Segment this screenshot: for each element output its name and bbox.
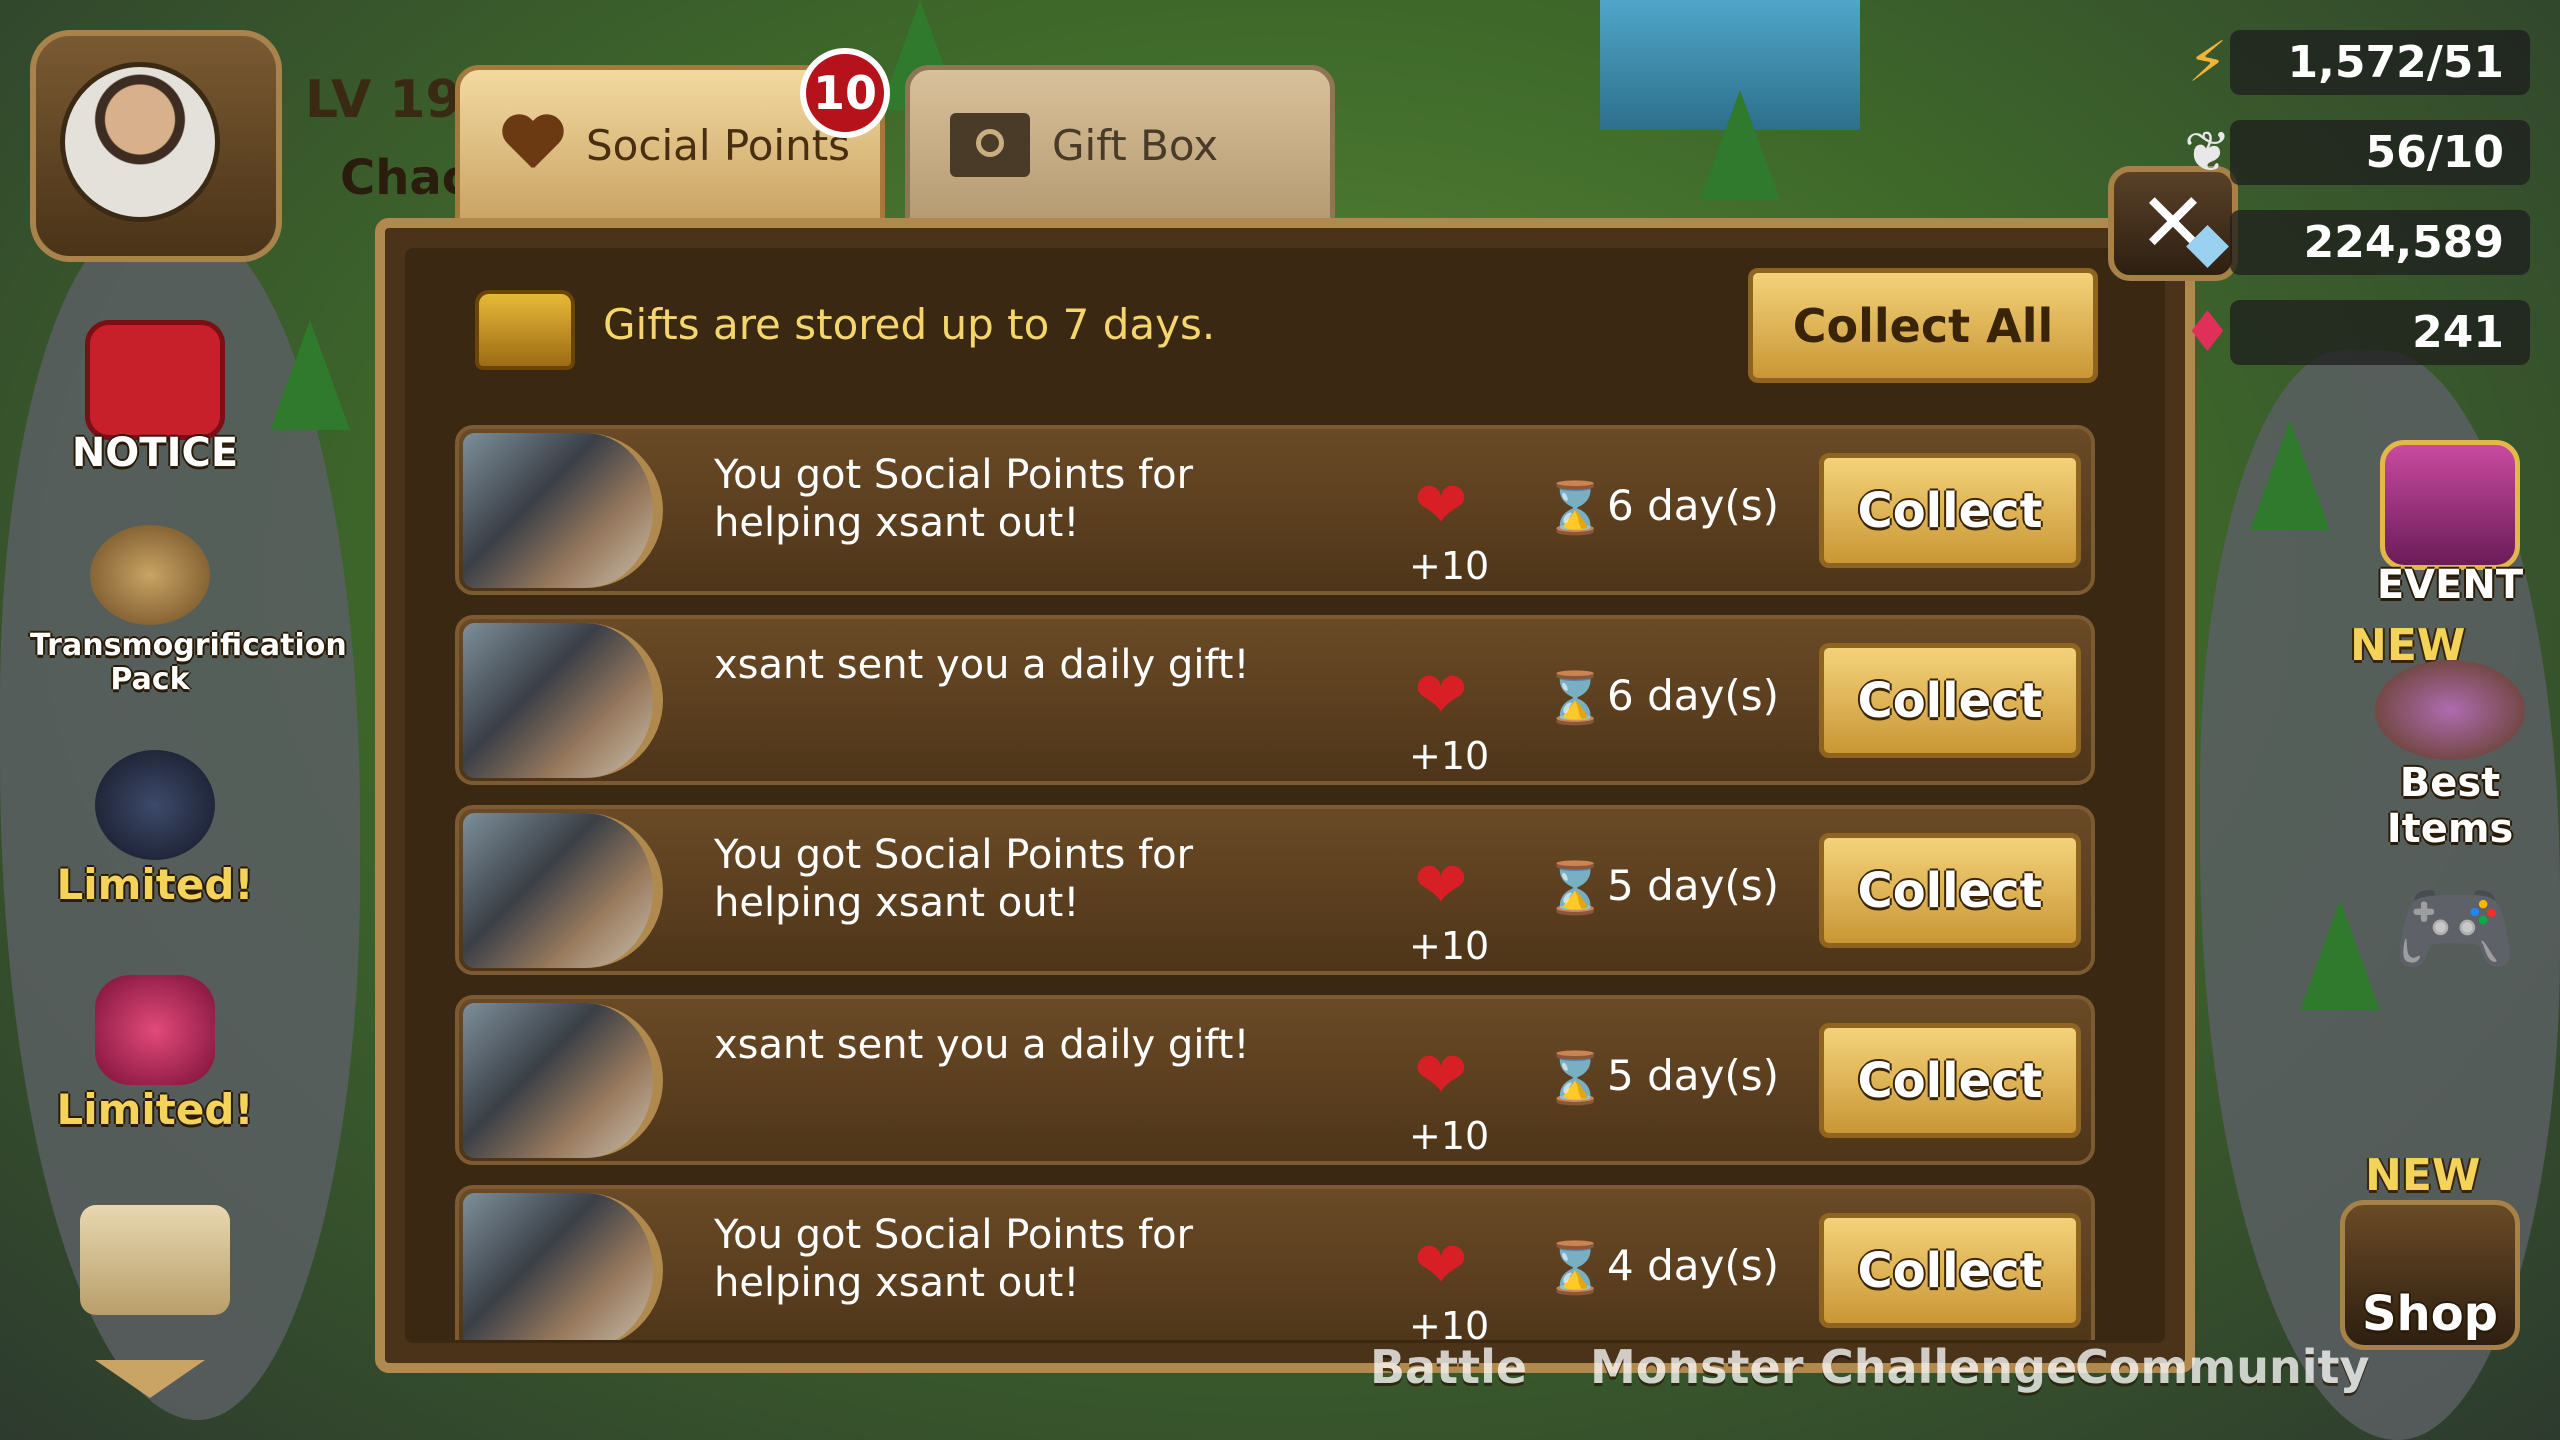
bottom-tab-monster[interactable]: Monster	[1590, 1340, 1803, 1394]
bottom-tab-challenge[interactable]: Challenge	[1820, 1340, 2077, 1394]
gift-points: +10	[1409, 1114, 1490, 1158]
social-points-count-badge: 10	[800, 48, 890, 138]
collect-all-button[interactable]: Collect All	[1748, 268, 2098, 383]
heart-icon: ❤	[1414, 1229, 1468, 1303]
friend-avatar	[463, 1193, 663, 1340]
gift-list[interactable]: You got Social Points for helping xsant …	[455, 425, 2095, 1340]
gamepad-icon: 🎮	[2392, 870, 2518, 987]
wing-icon: ❦	[2184, 120, 2231, 185]
gift-row: xsant sent you a daily gift! ❤ +10 ⌛ 5 d…	[455, 995, 2095, 1165]
transmogrification-icon	[90, 525, 210, 625]
quest-scroll-icon	[80, 1205, 230, 1315]
gift-message: You got Social Points for helping xsant …	[714, 1212, 1194, 1306]
gamepad-button[interactable]: 🎮	[2385, 870, 2525, 988]
best-items-button[interactable]: Best Items	[2340, 660, 2560, 852]
notice-icon	[85, 320, 225, 440]
hourglass-icon: ⌛	[1544, 479, 1607, 537]
gift-row: You got Social Points for helping xsant …	[455, 1185, 2095, 1340]
transmogrification-pack-button[interactable]: Transmogrification Pack	[30, 525, 347, 697]
gift-points: +10	[1409, 1304, 1490, 1340]
gift-points: +10	[1409, 924, 1490, 968]
friend-avatar	[463, 433, 663, 588]
gift-expiry: 5 day(s)	[1607, 1051, 1779, 1100]
gift-message: xsant sent you a daily gift!	[714, 1022, 1250, 1068]
hourglass-icon: ⌛	[1544, 859, 1607, 917]
gift-row: You got Social Points for helping xsant …	[455, 425, 2095, 595]
gift-expiry: 6 day(s)	[1607, 671, 1779, 720]
new-tag: NEW	[2365, 1150, 2481, 1201]
heart-icon: ❤	[1414, 659, 1468, 733]
limited-devilmon-button[interactable]: Limited!	[55, 750, 255, 909]
gift-points: +10	[1409, 544, 1490, 588]
treasure-bag-icon	[2375, 660, 2525, 760]
gift-row: You got Social Points for helping xsant …	[455, 805, 2095, 975]
crystal-icon: ♦	[2182, 300, 2233, 365]
heart-icon: ❤	[1414, 1039, 1468, 1113]
crystal-pack-icon	[95, 975, 215, 1085]
player-avatar[interactable]	[60, 62, 220, 222]
mana-icon: ◆	[2185, 210, 2230, 275]
shop-label: Shop	[2361, 1286, 2499, 1342]
hourglass-icon: ⌛	[1544, 669, 1607, 727]
heart-icon	[500, 116, 564, 174]
gift-expiry: 6 day(s)	[1607, 481, 1779, 530]
gift-expiry: 5 day(s)	[1607, 861, 1779, 910]
heart-icon: ❤	[1414, 469, 1468, 543]
gift-message: You got Social Points for helping xsant …	[714, 452, 1194, 546]
player-level: LV 19	[305, 70, 462, 130]
notice-label: NOTICE	[71, 430, 239, 476]
bottom-tab-battle[interactable]: Battle	[1370, 1340, 1527, 1394]
quest-button[interactable]	[60, 1205, 250, 1315]
tree	[270, 320, 350, 430]
crystal-counter[interactable]: 241	[2230, 300, 2530, 365]
friend-avatar	[463, 813, 663, 968]
gift-message: You got Social Points for helping xsant …	[714, 832, 1194, 926]
gift-row: xsant sent you a daily gift! ❤ +10 ⌛ 6 d…	[455, 615, 2095, 785]
event-label: EVENT	[2376, 562, 2524, 608]
devilmon-icon	[95, 750, 215, 860]
shop-button[interactable]: Shop	[2330, 1200, 2530, 1350]
hourglass-icon: ⌛	[1544, 1049, 1607, 1107]
limited-label: Limited!	[56, 860, 254, 909]
chevron-down-icon[interactable]	[95, 1360, 205, 1398]
tab-label: Gift Box	[1052, 120, 1219, 170]
mana-counter[interactable]: 224,589	[2230, 210, 2530, 275]
gift-event-icon	[2380, 440, 2520, 570]
bottom-tab-community[interactable]: Community	[2075, 1340, 2369, 1394]
limited-label: Limited!	[56, 1085, 254, 1134]
gift-points: +10	[1409, 734, 1490, 778]
friend-avatar	[463, 623, 663, 778]
event-button[interactable]: EVENT	[2360, 440, 2540, 608]
collect-button[interactable]: Collect	[1819, 453, 2081, 568]
gift-expiry: 4 day(s)	[1607, 1241, 1779, 1290]
tree	[2300, 900, 2380, 1010]
collect-button[interactable]: Collect	[1819, 833, 2081, 948]
treasure-chest-icon	[475, 290, 575, 370]
hourglass-icon: ⌛	[1544, 1239, 1607, 1297]
best-items-label: Best Items	[2386, 760, 2514, 852]
collect-button[interactable]: Collect	[1819, 1213, 2081, 1328]
tab-gift-box[interactable]: Gift Box	[905, 65, 1335, 225]
transmogrification-label: Transmogrification Pack	[30, 628, 347, 697]
heart-icon: ❤	[1414, 849, 1468, 923]
notice-button[interactable]: NOTICE	[55, 320, 255, 476]
friend-avatar	[463, 1003, 663, 1158]
arena-wings-counter[interactable]: 56/10	[2230, 120, 2530, 185]
gift-box-icon	[950, 113, 1030, 177]
player-name: Chac	[340, 150, 471, 206]
tab-label: Social Points	[586, 120, 851, 170]
tree	[1700, 90, 1780, 200]
gift-message: xsant sent you a daily gift!	[714, 642, 1250, 688]
energy-icon: ⚡	[2187, 30, 2228, 95]
energy-counter[interactable]: 1,572/51	[2230, 30, 2530, 95]
storage-note: Gifts are stored up to 7 days.	[603, 300, 1216, 349]
collect-button[interactable]: Collect	[1819, 1023, 2081, 1138]
limited-crystal-button[interactable]: Limited!	[55, 975, 255, 1134]
tree	[2250, 420, 2330, 530]
collect-button[interactable]: Collect	[1819, 643, 2081, 758]
